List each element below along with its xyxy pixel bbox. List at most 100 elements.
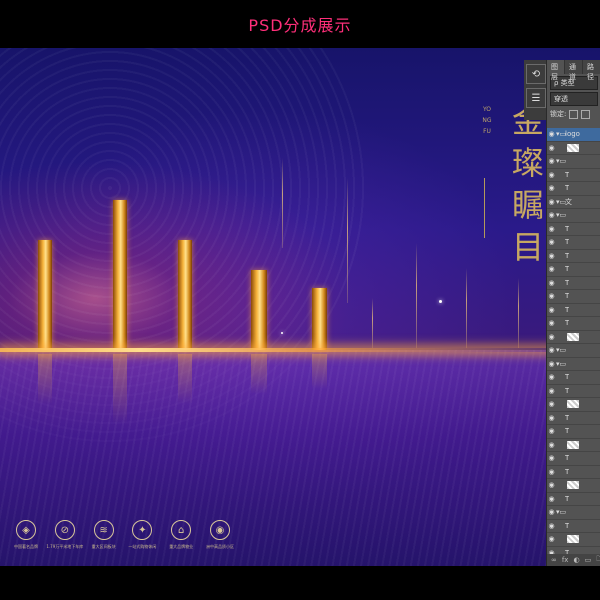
visibility-eye-icon[interactable]: ◉ bbox=[547, 481, 556, 489]
layer-row[interactable]: ◉ T bbox=[547, 371, 600, 385]
history-icon[interactable]: ⟲ bbox=[526, 64, 546, 84]
layer-name: T bbox=[565, 238, 570, 247]
layer-name: T bbox=[565, 184, 570, 193]
layer-row[interactable]: ◉ T bbox=[547, 277, 600, 290]
layer-row[interactable]: ◉ T bbox=[547, 290, 600, 304]
folder-icon: ▾▭ bbox=[556, 508, 567, 517]
visibility-eye-icon[interactable]: ◉ bbox=[547, 333, 556, 341]
folder-icon: ▾▭ bbox=[556, 197, 567, 206]
visibility-eye-icon[interactable]: ◉ bbox=[547, 535, 556, 543]
visibility-eye-icon[interactable]: ◉ bbox=[547, 427, 556, 435]
layer-row[interactable]: ◉ T bbox=[547, 452, 600, 466]
layer-row[interactable]: ◉ ▾▭ bbox=[547, 155, 600, 169]
layer-row[interactable]: ◉ ▾▭ 文 bbox=[547, 196, 600, 209]
properties-icon[interactable]: ☰ bbox=[526, 88, 546, 108]
visibility-eye-icon[interactable]: ◉ bbox=[547, 508, 556, 516]
layer-name: T bbox=[565, 427, 570, 436]
layer-row[interactable]: ◉ ▾▭ bbox=[547, 344, 600, 358]
visibility-eye-icon[interactable]: ◉ bbox=[547, 144, 556, 152]
panel-footer-button[interactable]: 🗀 bbox=[596, 555, 600, 566]
visibility-eye-icon[interactable]: ◉ bbox=[547, 441, 556, 449]
folder-icon: ▾▭ bbox=[556, 130, 567, 139]
layer-thumbnail bbox=[567, 440, 579, 449]
layer-row[interactable]: ◉ ▾▭ bbox=[547, 506, 600, 520]
layer-row[interactable]: ◉ T bbox=[547, 466, 600, 479]
layer-row[interactable]: ◉ T bbox=[547, 250, 600, 263]
layer-row[interactable]: ◉ T bbox=[547, 493, 600, 506]
layer-row[interactable]: ◉ T bbox=[547, 304, 600, 317]
layer-row[interactable]: ◉ T bbox=[547, 223, 600, 236]
layer-row[interactable]: ◉ T bbox=[547, 412, 600, 425]
layer-row[interactable]: ◉ bbox=[547, 533, 600, 547]
panel-tab[interactable]: 通道 bbox=[565, 60, 583, 81]
visibility-eye-icon[interactable]: ◉ bbox=[547, 400, 556, 408]
feature-item: ⌂ 重大品牌物业 bbox=[163, 520, 199, 560]
blend-mode-select[interactable]: 穿透 bbox=[550, 92, 598, 106]
visibility-eye-icon[interactable]: ◉ bbox=[547, 265, 556, 273]
visibility-eye-icon[interactable]: ◉ bbox=[547, 522, 556, 530]
layer-row[interactable]: ◉ bbox=[547, 142, 600, 155]
circle-icon: ◉ bbox=[209, 520, 230, 540]
visibility-eye-icon[interactable]: ◉ bbox=[547, 171, 556, 179]
visibility-eye-icon[interactable]: ◉ bbox=[547, 292, 556, 300]
visibility-eye-icon[interactable]: ◉ bbox=[547, 225, 556, 233]
layers-panel: 图层通道路径 ρ 类型 穿透 锁定: ◉▾▭logo◉◉▾▭◉T◉T◉▾▭文◉▾… bbox=[546, 60, 600, 566]
gold-tower bbox=[38, 240, 52, 350]
light-beam bbox=[347, 178, 348, 303]
visibility-eye-icon[interactable]: ◉ bbox=[547, 238, 556, 246]
panel-footer-button[interactable]: ∞ bbox=[551, 556, 557, 564]
layer-row[interactable]: ◉ ▾▭ logo bbox=[547, 128, 600, 142]
panel-footer-button[interactable]: fx bbox=[562, 556, 569, 564]
layer-row[interactable]: ◉ T bbox=[547, 169, 600, 182]
visibility-eye-icon[interactable]: ◉ bbox=[547, 211, 556, 219]
feature-icons: ◈ 中国著名品牌 ⊘ 1.79万平米地下车库 ≋ 重大区间板块 ✦ 一站式购物休闲 ⌂ 重大品牌物… bbox=[8, 520, 238, 560]
layer-row[interactable]: ◉ ▾▭ bbox=[547, 358, 600, 371]
folder-icon: ▾▭ bbox=[556, 211, 567, 220]
layer-row[interactable]: ◉ bbox=[547, 398, 600, 412]
lock-pixels-icon[interactable] bbox=[569, 110, 579, 119]
lock-position-icon[interactable] bbox=[581, 110, 591, 119]
panel-tab[interactable]: 路径 bbox=[583, 60, 600, 81]
visibility-eye-icon[interactable]: ◉ bbox=[547, 198, 556, 206]
visibility-eye-icon[interactable]: ◉ bbox=[547, 157, 556, 165]
visibility-eye-icon[interactable]: ◉ bbox=[547, 454, 556, 462]
visibility-eye-icon[interactable]: ◉ bbox=[547, 414, 556, 422]
visibility-eye-icon[interactable]: ◉ bbox=[547, 373, 556, 381]
visibility-eye-icon[interactable]: ◉ bbox=[547, 252, 556, 260]
feature-label: 重大品牌物业 bbox=[169, 544, 194, 549]
tower-reflection bbox=[38, 354, 52, 404]
visibility-eye-icon[interactable]: ◉ bbox=[547, 360, 556, 368]
panel-footer-button[interactable]: ◐ bbox=[573, 556, 579, 564]
visibility-eye-icon[interactable]: ◉ bbox=[547, 346, 556, 354]
visibility-eye-icon[interactable]: ◉ bbox=[547, 279, 556, 287]
layer-row[interactable]: ◉ ▾▭ bbox=[547, 209, 600, 223]
layer-row[interactable]: ◉ T bbox=[547, 263, 600, 277]
layer-row[interactable]: ◉ T bbox=[547, 385, 600, 398]
layer-row[interactable]: ◉ T bbox=[547, 520, 600, 533]
layer-row[interactable]: ◉ T bbox=[547, 182, 600, 196]
layer-name: 文 bbox=[565, 197, 572, 206]
layer-name: T bbox=[565, 305, 570, 314]
horizon-glow bbox=[0, 348, 560, 352]
visibility-eye-icon[interactable]: ◉ bbox=[547, 306, 556, 314]
visibility-eye-icon[interactable]: ◉ bbox=[547, 319, 556, 327]
visibility-eye-icon[interactable]: ◉ bbox=[547, 495, 556, 503]
feature-label: 重大区间板块 bbox=[91, 544, 116, 549]
panel-footer-button[interactable]: ▭ bbox=[585, 556, 592, 564]
visibility-eye-icon[interactable]: ◉ bbox=[547, 387, 556, 395]
header: PSD分成展示 bbox=[0, 0, 600, 48]
layer-thumbnail bbox=[567, 143, 579, 152]
visibility-eye-icon[interactable]: ◉ bbox=[547, 130, 556, 138]
layer-row[interactable]: ◉ bbox=[547, 479, 600, 493]
layer-row[interactable]: ◉ bbox=[547, 331, 600, 344]
layer-row[interactable]: ◉ T bbox=[547, 425, 600, 439]
visibility-eye-icon[interactable]: ◉ bbox=[547, 468, 556, 476]
layer-row[interactable]: ◉ T bbox=[547, 236, 600, 250]
layer-row[interactable]: ◉ T bbox=[547, 317, 600, 331]
tower-reflection bbox=[251, 354, 267, 394]
panel-tab[interactable]: 图层 bbox=[547, 60, 565, 81]
visibility-eye-icon[interactable]: ◉ bbox=[547, 184, 556, 192]
layer-row[interactable]: ◉ bbox=[547, 439, 600, 452]
layer-name: T bbox=[565, 373, 570, 382]
tower-reflection bbox=[312, 354, 327, 389]
